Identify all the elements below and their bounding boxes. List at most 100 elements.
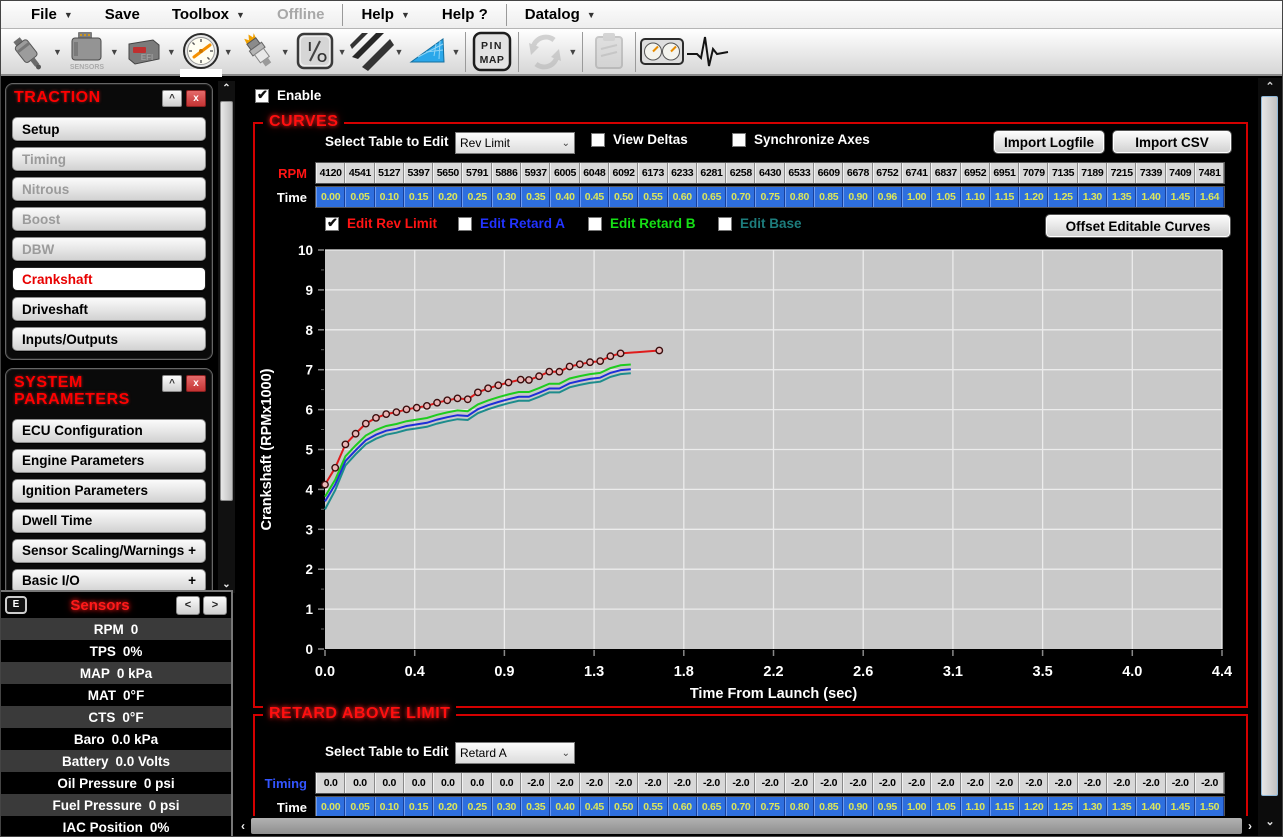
table-cell[interactable]: 7189 (1078, 163, 1107, 183)
table-cell[interactable]: -2.0 (550, 773, 579, 793)
scroll-up-icon[interactable]: ⌃ (218, 81, 235, 97)
table-cell[interactable]: 5650 (433, 163, 462, 183)
main-vertical-scrollbar[interactable]: ⌃ ⌄ (1258, 78, 1282, 836)
table-cell[interactable]: 6952 (961, 163, 990, 183)
table-cell[interactable]: 1.20 (1019, 187, 1048, 207)
collapse-icon[interactable]: ^ (162, 90, 182, 107)
table-cell[interactable]: 1.64 (1195, 187, 1224, 207)
table-cell[interactable]: 7135 (1048, 163, 1077, 183)
table-cell[interactable]: 5791 (462, 163, 491, 183)
table-cell[interactable]: -2.0 (668, 773, 697, 793)
scrollbar-track[interactable] (251, 818, 1242, 834)
table-cell[interactable]: 0.30 (492, 797, 521, 817)
efi-module-icon[interactable]: EFI (121, 30, 167, 74)
table-cell[interactable]: 0.55 (638, 187, 667, 207)
table-cell[interactable]: 6233 (668, 163, 697, 183)
table-cell[interactable]: 0.95 (873, 797, 902, 817)
sensors-next-button[interactable]: > (203, 596, 227, 615)
table-cell[interactable]: 0.20 (433, 187, 462, 207)
table-cell[interactable]: 4120 (316, 163, 345, 183)
table-cell[interactable]: 0.75 (755, 797, 784, 817)
table-cell[interactable]: 0.45 (580, 187, 609, 207)
sidebar-item-ignition-parameters[interactable]: Ignition Parameters (12, 479, 206, 503)
table-cell[interactable]: 7339 (1136, 163, 1165, 183)
table-cell[interactable]: 0.15 (404, 187, 433, 207)
enable-checkbox[interactable] (255, 89, 269, 103)
scroll-left-icon[interactable]: ‹ (235, 819, 251, 833)
table-cell[interactable]: -2.0 (843, 773, 872, 793)
table-cell[interactable]: 0.35 (521, 797, 550, 817)
import-csv-button[interactable]: Import CSV (1112, 130, 1232, 154)
table-cell[interactable]: -2.0 (1107, 773, 1136, 793)
menu-save[interactable]: Save (89, 1, 156, 28)
table-cell[interactable]: 1.05 (931, 187, 960, 207)
crankshaft-chart[interactable]: 0123456789100.00.40.91.31.82.22.63.13.54… (255, 242, 1245, 706)
table-cell[interactable]: 0.90 (843, 797, 872, 817)
table-cell[interactable]: 0.35 (521, 187, 550, 207)
table-cell[interactable]: 5937 (521, 163, 550, 183)
table-cell[interactable]: 1.15 (990, 797, 1019, 817)
table-cell[interactable]: 0.00 (316, 187, 345, 207)
sidebar-item-basic-i-o[interactable]: Basic I/O+ (12, 569, 206, 593)
chevron-down-icon[interactable]: ▼ (281, 47, 290, 57)
sync-axes-checkbox[interactable] (732, 133, 746, 147)
table-cell[interactable]: -2.0 (1019, 773, 1048, 793)
table-cell[interactable]: 0.70 (726, 187, 755, 207)
table-cell[interactable]: 7481 (1195, 163, 1224, 183)
table-cell[interactable]: 1.10 (961, 797, 990, 817)
table-cell[interactable]: -2.0 (521, 773, 550, 793)
table-cell[interactable]: 0.65 (697, 187, 726, 207)
offset-editable-curves-button[interactable]: Offset Editable Curves (1045, 214, 1231, 238)
table-cell[interactable]: 0.40 (550, 187, 579, 207)
table-cell[interactable]: 6678 (843, 163, 872, 183)
table-cell[interactable]: 6752 (873, 163, 902, 183)
table-cell[interactable]: 6430 (755, 163, 784, 183)
chevron-down-icon[interactable]: ▼ (568, 47, 577, 57)
table-cell[interactable]: 0.70 (726, 797, 755, 817)
edit-rev-limit-checkbox[interactable] (325, 217, 339, 231)
table-cell[interactable]: 0.15 (404, 797, 433, 817)
sidebar-item-sensor-scaling-warnings[interactable]: Sensor Scaling/Warnings+ (12, 539, 206, 563)
chevron-down-icon[interactable]: ▼ (167, 47, 176, 57)
menu-toolbox[interactable]: Toolbox▼ (156, 1, 261, 28)
table-cell[interactable]: -2.0 (755, 773, 784, 793)
table-cell[interactable]: 6837 (931, 163, 960, 183)
table-cell[interactable]: -2.0 (580, 773, 609, 793)
table-cell[interactable]: -2.0 (785, 773, 814, 793)
table-cell[interactable]: 6533 (785, 163, 814, 183)
table-cell[interactable]: 0.85 (814, 797, 843, 817)
sidebar-item-inputs-outputs[interactable]: Inputs/Outputs (12, 327, 206, 351)
expand-icon[interactable]: + (188, 543, 196, 558)
table-cell[interactable]: 1.40 (1136, 797, 1165, 817)
table-cell[interactable]: 0.60 (668, 187, 697, 207)
table-cell[interactable]: 1.00 (902, 797, 931, 817)
table-cell[interactable]: 5397 (404, 163, 433, 183)
table-cell[interactable]: -2.0 (1195, 773, 1224, 793)
table-cell[interactable]: -2.0 (814, 773, 843, 793)
chevron-down-icon[interactable]: ▼ (53, 47, 62, 57)
table-cell[interactable]: 5127 (375, 163, 404, 183)
table-cell[interactable]: 0.0 (462, 773, 491, 793)
edit-retard-a-checkbox[interactable] (458, 217, 472, 231)
tire-tread-icon[interactable] (349, 30, 395, 74)
collapse-icon[interactable]: ^ (162, 375, 182, 392)
fan-icon[interactable] (405, 30, 451, 74)
edit-retard-b-checkbox[interactable] (588, 217, 602, 231)
table-cell[interactable]: -2.0 (931, 773, 960, 793)
view-deltas-checkbox[interactable] (591, 133, 605, 147)
table-cell[interactable]: 0.45 (580, 797, 609, 817)
table-cell[interactable]: 7079 (1019, 163, 1048, 183)
sensors-module-icon[interactable]: SENSORS (64, 30, 110, 74)
table-cell[interactable]: 0.80 (785, 187, 814, 207)
table-cell[interactable]: 6173 (638, 163, 667, 183)
chevron-down-icon[interactable]: ▼ (338, 47, 347, 57)
table-cell[interactable]: 1.15 (990, 187, 1019, 207)
menu-help[interactable]: Help▼ (345, 1, 425, 28)
sidebar-scrollbar[interactable]: ⌃ ⌄ (218, 81, 235, 593)
table-cell[interactable]: 7215 (1107, 163, 1136, 183)
table-cell[interactable]: 6741 (902, 163, 931, 183)
table-cell[interactable]: 1.00 (902, 187, 931, 207)
import-logfile-button[interactable]: Import Logfile (993, 130, 1105, 154)
table-cell[interactable]: 0.75 (755, 187, 784, 207)
table-cell[interactable]: 1.45 (1166, 797, 1195, 817)
